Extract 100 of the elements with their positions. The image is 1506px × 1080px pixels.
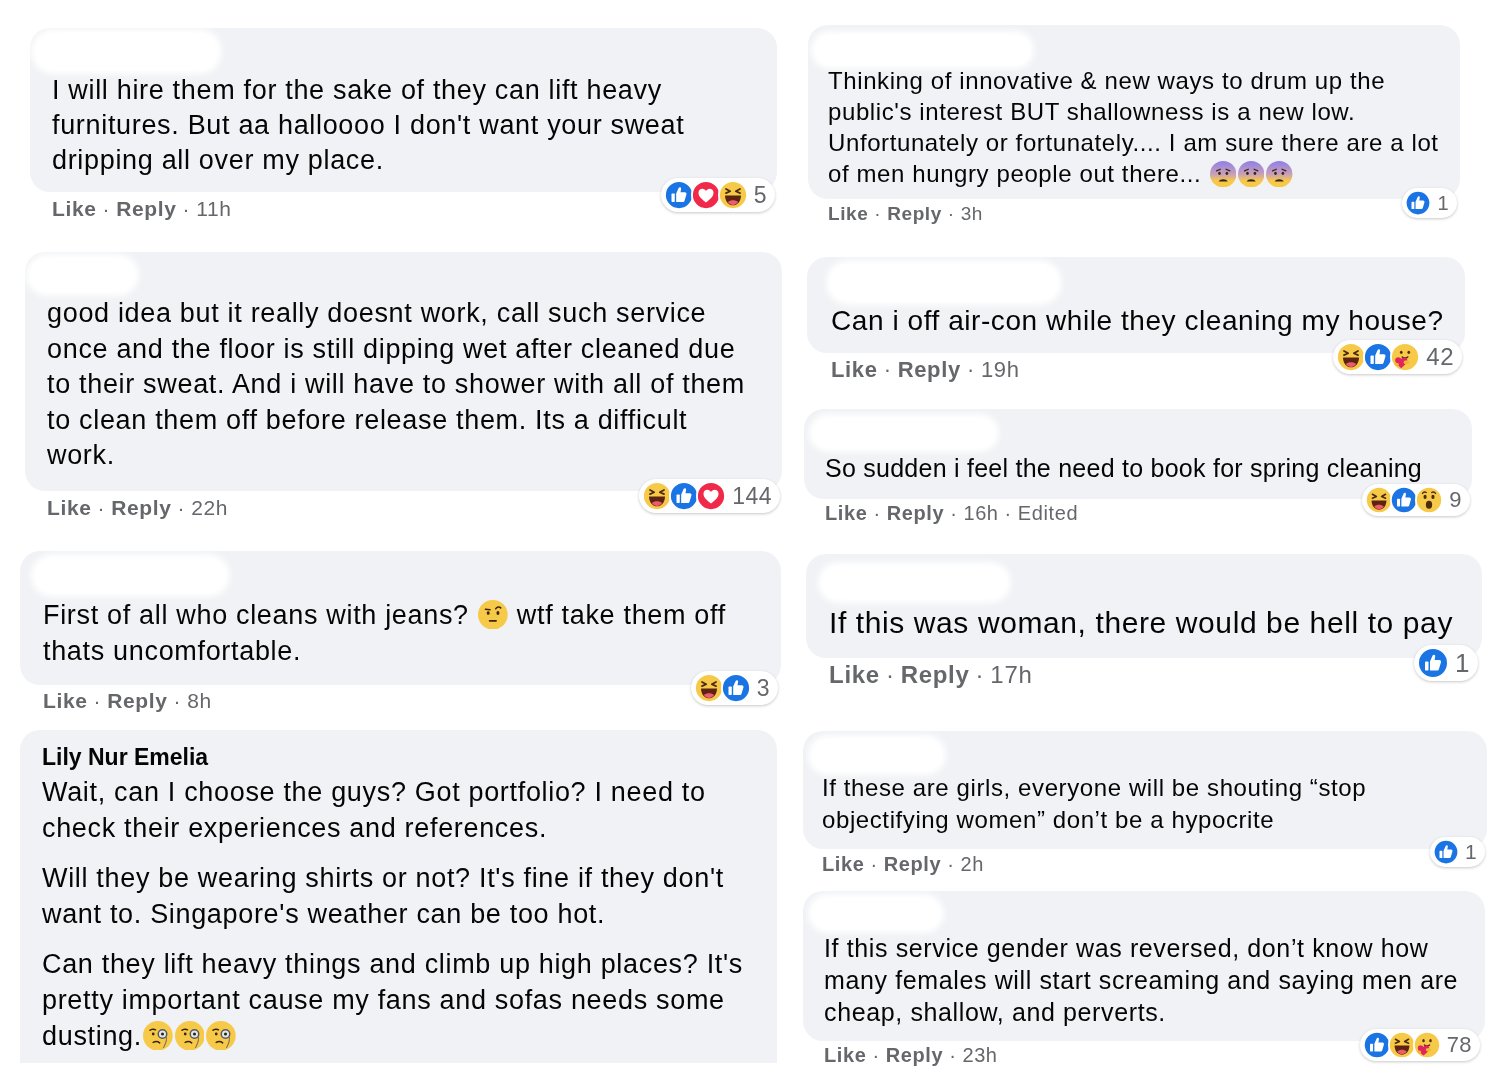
comment-text: Can i off air-con while they cleaning my house? — [831, 305, 1444, 336]
meta-separator: · — [182, 197, 191, 221]
meta-time: Edited — [1017, 502, 1079, 525]
meta-link[interactable]: Reply — [107, 688, 168, 713]
comment-text: If this was woman, there would be hell to pay — [829, 606, 1453, 639]
meta-separator: · — [950, 502, 958, 525]
meta-link[interactable]: Reply — [887, 203, 942, 225]
thumbs-up-icon — [1405, 190, 1432, 216]
comment-text: thats uncomfortable. — [43, 635, 302, 666]
meta-link[interactable]: Like — [828, 203, 869, 225]
meta-separator: · — [173, 688, 182, 713]
hugging-face-icon — [1390, 342, 1421, 372]
reaction-badge[interactable]: 1 — [1429, 837, 1485, 867]
meta-link[interactable]: Like — [829, 661, 880, 689]
comment-text: Wait, can I choose the guys? Got portfolio? I need to check their experiences and references. — [42, 776, 707, 843]
meta-link[interactable]: Like — [831, 357, 878, 383]
comment-text: of men hungry people out there... — [828, 160, 1203, 187]
meta-separator: · — [102, 197, 111, 221]
meta-time: 17h — [990, 661, 1033, 689]
reaction-badge[interactable]: 5 — [660, 178, 775, 212]
worried-face-icon — [1266, 160, 1293, 188]
laughing-face-icon — [642, 480, 673, 511]
surprised-face-icon — [1415, 486, 1444, 514]
meta-link[interactable]: Like — [43, 688, 88, 713]
thumbs-up-icon — [720, 672, 751, 703]
meta-separator: · — [97, 495, 106, 520]
laughing-face-icon — [1387, 1031, 1416, 1059]
laughing-face-icon — [1365, 486, 1394, 514]
reaction-count: 1 — [1464, 840, 1477, 864]
meta-link[interactable]: Reply — [900, 661, 970, 689]
meta-link[interactable]: Reply — [885, 1044, 944, 1067]
meta-time: 19h — [980, 357, 1020, 383]
meta-link[interactable]: Reply — [111, 495, 172, 520]
meta-time: 11h — [196, 197, 232, 221]
thumbs-up-icon — [1432, 839, 1459, 865]
meta-separator: · — [949, 1044, 957, 1067]
meta-separator: · — [873, 502, 881, 525]
comment-text: If these are girls, everyone will be shouting “stop objectifying women” don’t be a hypocrite — [822, 774, 1368, 833]
heart-icon — [690, 180, 721, 210]
meta-separator: · — [966, 357, 975, 383]
reaction-badge[interactable]: 3 — [690, 670, 778, 705]
comment-text: good idea but it really doesnt work, call such service once and the floor is still dipping wet after cleaned due to their sweat. And i will have to shower with all of them to clean them off before release them. Its a difficult work. — [47, 298, 746, 470]
raised-eyebrow-face-icon — [478, 599, 508, 630]
meta-time: 22h — [191, 495, 229, 520]
thumbs-up-icon — [669, 480, 700, 511]
author-name[interactable]: Lily Nur Emelia — [20, 743, 777, 770]
meta-link[interactable]: Reply — [116, 197, 177, 221]
laughing-face-icon — [693, 672, 724, 703]
meta-link[interactable]: Like — [825, 502, 868, 525]
comment-text: dusting. — [42, 1020, 142, 1051]
reaction-count: 5 — [753, 182, 767, 208]
reaction-count: 1 — [1455, 649, 1470, 677]
meta-link[interactable]: Like — [824, 1044, 867, 1067]
meta-time: 2h — [960, 853, 984, 876]
comment-text: First of all who cleans with jeans? — [43, 599, 470, 630]
thumbs-up-icon — [1363, 342, 1394, 372]
reaction-badge[interactable]: 1 — [1414, 645, 1478, 681]
meta-link[interactable]: Like — [822, 853, 865, 876]
reaction-count: 3 — [756, 674, 770, 701]
comment-text: So sudden i feel the need to book for spring cleaning — [825, 454, 1422, 482]
reaction-badge[interactable]: 9 — [1362, 484, 1470, 516]
reaction-count: 144 — [732, 482, 772, 509]
monocle-face-icon — [142, 1020, 173, 1051]
meta-separator: · — [872, 1044, 880, 1067]
meta-link[interactable]: Reply — [883, 853, 942, 876]
meta-link[interactable]: Like — [52, 197, 97, 221]
reaction-count: 9 — [1449, 488, 1462, 512]
laughing-face-icon — [1336, 342, 1367, 372]
meta-separator: · — [177, 495, 186, 520]
meta-link[interactable]: Reply — [886, 502, 945, 525]
heart-icon — [696, 480, 727, 511]
meta-separator: · — [947, 203, 955, 225]
reaction-badge[interactable]: 42 — [1333, 340, 1462, 374]
meta-time: 23h — [962, 1044, 998, 1067]
thumbs-up-icon — [1390, 486, 1419, 514]
meta-time: 8h — [187, 688, 212, 713]
meta-separator: · — [1004, 502, 1012, 525]
comment-text: I will hire them for the sake of they can lift heavy furnitures. But aa halloooo I don't want your sweat dripping all over my place. — [52, 75, 686, 175]
reaction-badge[interactable]: 1 — [1402, 188, 1457, 218]
meta-separator: · — [883, 357, 892, 383]
comment-text: If this service gender was reversed, don’t know how many females will start screaming and saying men are cheap, shallow, and perverts. — [824, 934, 1460, 1026]
meta-link[interactable]: Like — [47, 495, 92, 520]
meta-separator: · — [93, 688, 102, 713]
meta-time: 3h — [960, 203, 983, 225]
reaction-count: 42 — [1426, 344, 1454, 370]
meta-separator: · — [870, 853, 878, 876]
thumbs-up-icon — [1417, 647, 1449, 679]
reaction-count: 78 — [1446, 1033, 1472, 1057]
meta-separator: · — [874, 203, 882, 225]
comment-text: Will they be wearing shirts or not? It's fine if they don't want to. Singapore's weather can be too hot. — [42, 862, 725, 929]
reaction-badge[interactable]: 144 — [639, 478, 780, 513]
meta-time: 16h — [963, 502, 999, 525]
reaction-badge[interactable]: 78 — [1359, 1029, 1480, 1061]
meta-link[interactable]: Reply — [897, 357, 961, 383]
thumbs-up-icon — [1362, 1031, 1391, 1059]
meta-separator: · — [975, 661, 985, 689]
worried-face-icon — [1238, 160, 1265, 188]
worried-face-icon — [1209, 160, 1237, 188]
monocle-face-icon — [206, 1020, 237, 1051]
monocle-face-icon — [174, 1020, 205, 1051]
